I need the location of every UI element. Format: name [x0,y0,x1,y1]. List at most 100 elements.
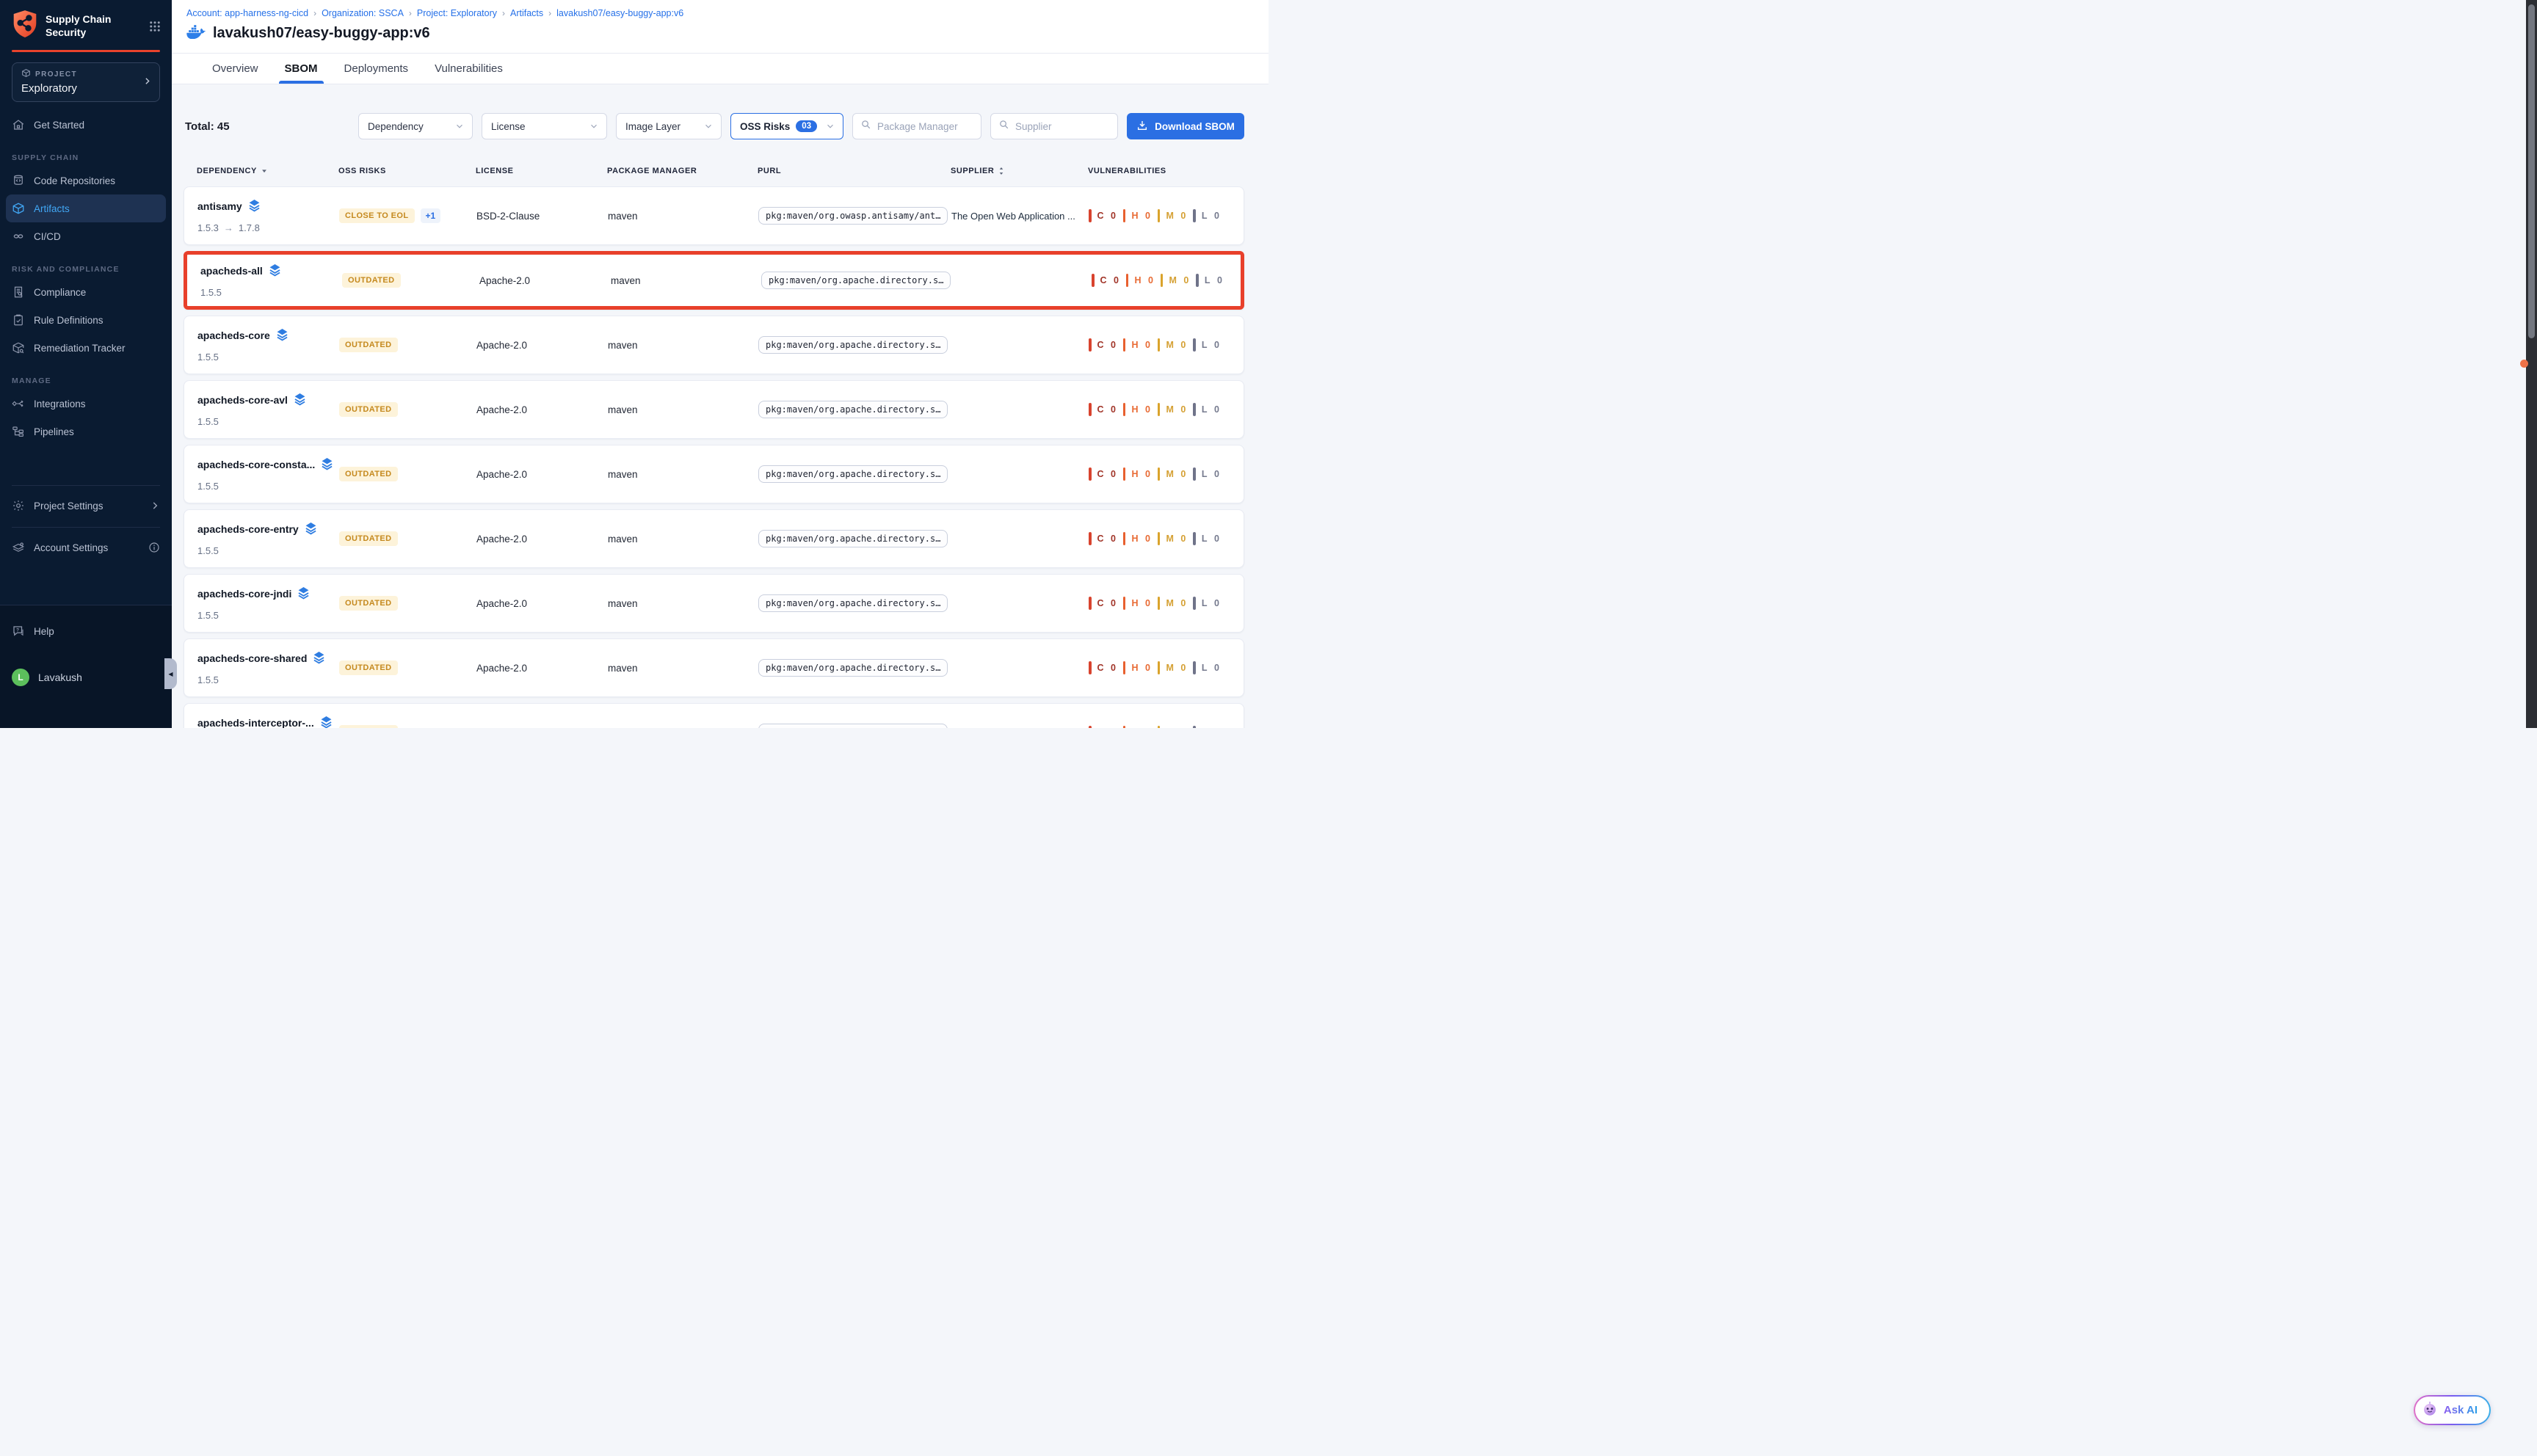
table-row-apacheds-all[interactable]: apacheds-all1.5.5OUTDATEDApache-2.0maven… [184,251,1244,310]
oss-risks-cell: OUTDATED [339,316,476,374]
vulnerabilities-cell: C0H0M0L0 [1089,575,1244,632]
breadcrumb-link-3[interactable]: Project: Exploratory [417,8,497,18]
user-menu[interactable]: L Lavakush [12,669,160,686]
breadcrumb-link-5[interactable]: lavakush07/easy-buggy-app:v6 [556,8,683,18]
severity-bar-l [1193,726,1196,728]
table-row-antisamy[interactable]: antisamy1.5.3→1.7.8CLOSE TO EOL+1BSD-2-C… [184,186,1244,245]
purl-chip[interactable]: pkg:maven/org.apache.directory.s… [758,659,948,677]
purl-cell: pkg:maven/org.apache.directory.s… [758,704,951,728]
sidebar-item-label: Artifacts [34,203,70,214]
license-value: Apache-2.0 [476,404,527,415]
column-header-dependency[interactable]: DEPENDENCY [197,166,338,176]
filter-select-license[interactable]: License [482,113,607,139]
breadcrumb-link-2[interactable]: Organization: SSCA [322,8,404,18]
tab-vulnerabilities[interactable]: Vulnerabilities [435,54,503,84]
severity-key-h: H [1131,727,1139,728]
current-version: 1.5.5 [197,352,219,363]
severity-count-h: 0 [1145,404,1150,415]
table-row-apacheds-core-shared[interactable]: apacheds-core-shared1.5.5OUTDATEDApache-… [184,638,1244,697]
sidebar-item-integrations[interactable]: Integrations [0,390,172,418]
sidebar-item-label: Remediation Tracker [34,343,126,354]
supplier-cell [951,575,1089,632]
risk-badge: OUTDATED [339,402,398,417]
severity-count-m: 0 [1180,469,1186,479]
sidebar-item-ci-cd[interactable]: CI/CD [0,222,172,250]
sort-icon[interactable] [998,166,1005,176]
package-manager-value: maven [608,663,638,674]
sidebar-item-rule-definitions[interactable]: Rule Definitions [0,306,172,334]
severity-bar-m [1158,403,1161,416]
severity-key-l: L [1205,275,1211,285]
breadcrumb-link-1[interactable]: Account: app-harness-ng-cicd [186,8,308,18]
project-label: PROJECT [35,70,77,79]
breadcrumb: Account: app-harness-ng-cicd›Organizatio… [186,8,1268,18]
sort-desc-icon[interactable] [261,167,268,175]
severity-key-l: L [1202,469,1208,479]
table-row-apacheds-interceptor[interactable]: apacheds-interceptor-...1.5.5OUTDATEDApa… [184,703,1244,728]
purl-chip[interactable]: pkg:maven/org.apache.directory.s… [758,401,948,418]
package-manager-value: maven [608,469,638,480]
severity-bar-c [1089,532,1092,545]
sidebar-item-artifacts[interactable]: Artifacts [6,194,166,222]
purl-chip[interactable]: pkg:maven/org.apache.directory.s… [758,336,948,354]
table-row-apacheds-core-entry[interactable]: apacheds-core-entry1.5.5OUTDATEDApache-2… [184,509,1244,568]
severity-key-h: H [1131,663,1139,673]
layers-icon [269,263,281,279]
severity-count-c: 0 [1111,340,1116,350]
purl-chip[interactable]: pkg:maven/org.owasp.antisamy/ant… [758,207,948,225]
tab-deployments[interactable]: Deployments [344,54,409,84]
package-manager-value: maven [608,727,638,729]
project-selector[interactable]: PROJECT Exploratory [12,62,160,102]
account-icon [12,541,25,554]
sidebar-item-account-settings[interactable]: Account Settings [12,534,160,561]
sidebar-item-project-settings[interactable]: Project Settings [12,492,160,520]
search-input-package-manager[interactable]: Package Manager [852,113,981,139]
purl-chip[interactable]: pkg:maven/org.apache.directory.s… [761,272,951,289]
search-input-supplier[interactable]: Supplier [990,113,1118,139]
filter-select-image-layer[interactable]: Image Layer [616,113,722,139]
purl-chip[interactable]: pkg:maven/org.apache.directory.s… [758,594,948,612]
scrollbar-thumb[interactable] [2528,4,2535,338]
risk-extra-chip[interactable]: +1 [421,208,441,223]
package-manager-cell: maven [608,510,758,567]
column-header-supplier[interactable]: SUPPLIER [951,166,1088,176]
sidebar-collapse-handle[interactable]: ◀ [164,658,177,689]
table-row-apacheds-core-consta[interactable]: apacheds-core-consta...1.5.5OUTDATEDApac… [184,445,1244,503]
tab-overview[interactable]: Overview [212,54,258,84]
sidebar-item-remediation-tracker[interactable]: Remediation Tracker [0,334,172,362]
gear-icon [12,499,25,512]
content-area: Total: 45 Dependency License Image Layer OS… [172,84,1268,728]
boxwrench-icon [12,341,25,354]
table-row-apacheds-core[interactable]: apacheds-core1.5.5OUTDATEDApache-2.0mave… [184,316,1244,374]
ask-ai-button[interactable]: Ask AI [2414,1395,2491,1425]
purl-chip[interactable]: pkg:maven/org.apache.directory.s… [758,465,948,483]
severity-count-h: 0 [1145,211,1150,221]
app-switcher-grid-icon[interactable] [148,20,161,33]
help-button[interactable]: ? Help [12,619,160,644]
license-cell: Apache-2.0 [476,316,608,374]
sidebar-item-compliance[interactable]: Compliance [0,278,172,306]
supplier-cell [951,316,1089,374]
tab-sbom[interactable]: SBOM [285,54,318,84]
purl-chip[interactable]: pkg:maven/org.apache.directory.s… [758,530,948,547]
sidebar-item-code-repositories[interactable]: Code Repositories [0,167,172,194]
filter-select-dependency[interactable]: Dependency [358,113,473,139]
download-sbom-label: Download SBOM [1155,121,1235,132]
vulnerabilities-cell: C0H0M0L0 [1089,381,1244,438]
info-icon[interactable] [148,542,160,553]
sidebar-item-pipelines[interactable]: Pipelines [0,418,172,445]
table-row-apacheds-core-avl[interactable]: apacheds-core-avl1.5.5OUTDATEDApache-2.0… [184,380,1244,439]
table-row-apacheds-core-jndi[interactable]: apacheds-core-jndi1.5.5OUTDATEDApache-2.… [184,574,1244,633]
total-count: Total: 45 [184,120,230,133]
purl-chip[interactable]: pkg:maven/org.apache.directory.s… [758,724,948,728]
layers-icon [248,199,261,214]
sidebar-item-get-started[interactable]: Get Started [0,111,172,139]
severity-key-c: C [1097,727,1105,728]
download-sbom-button[interactable]: Download SBOM [1127,113,1244,139]
license-value: Apache-2.0 [479,275,530,286]
severity-key-m: M [1166,663,1174,673]
breadcrumb-link-4[interactable]: Artifacts [510,8,543,18]
chevron-right-icon [142,76,152,90]
filter-select-oss-risks[interactable]: OSS Risks03 [730,113,843,139]
severity-key-c: C [1097,534,1105,544]
